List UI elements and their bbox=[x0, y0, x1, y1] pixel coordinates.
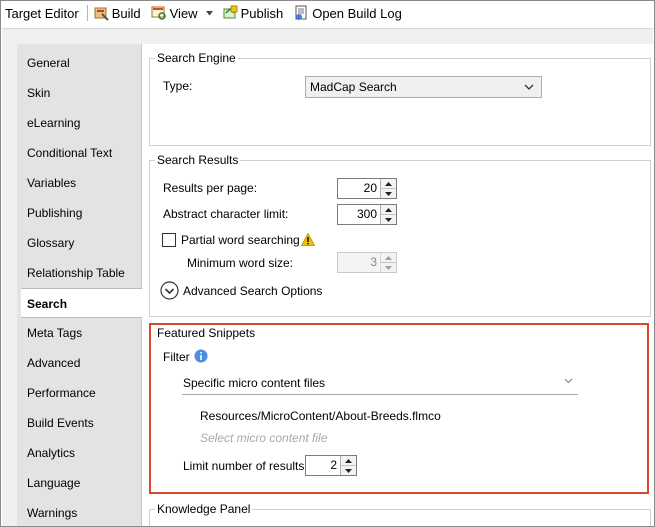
abstract-character-limit-value: 300 bbox=[356, 207, 377, 221]
toolbar-title: Target Editor bbox=[5, 5, 79, 21]
search-engine-legend: Search Engine bbox=[157, 51, 236, 65]
chevron-down-icon bbox=[564, 378, 573, 384]
minimum-word-size-label: Minimum word size: bbox=[187, 256, 294, 270]
spin-down-button[interactable] bbox=[381, 189, 396, 198]
view-button[interactable]: View bbox=[149, 2, 200, 24]
search-results-legend: Search Results bbox=[157, 153, 239, 167]
arrow-up-icon bbox=[345, 458, 352, 463]
sidebar-item-relationship-table[interactable]: Relationship Table bbox=[17, 258, 141, 288]
spin-up-button[interactable] bbox=[381, 253, 396, 263]
arrow-down-icon bbox=[385, 217, 392, 222]
build-log-icon bbox=[295, 5, 307, 20]
sidebar-item-conditional-text[interactable]: Conditional Text bbox=[17, 138, 141, 168]
sidebar-item-build-events[interactable]: Build Events bbox=[17, 408, 141, 438]
sidebar-item-skin[interactable]: Skin bbox=[17, 78, 141, 108]
toolbar-separator bbox=[86, 5, 88, 21]
sidebar-nav: General Skin eLearning Conditional Text … bbox=[17, 44, 147, 526]
publish-button[interactable]: Publish bbox=[220, 2, 286, 24]
sidebar-item-publishing[interactable]: Publishing bbox=[17, 198, 141, 228]
results-per-page-stepper[interactable]: 20 bbox=[337, 178, 397, 199]
arrow-down-icon bbox=[385, 191, 392, 196]
limit-number-of-results-value: 2 bbox=[330, 458, 337, 472]
results-per-page-value: 20 bbox=[363, 181, 377, 195]
view-label: View bbox=[169, 5, 198, 21]
build-label: Build bbox=[111, 5, 141, 21]
sidebar-item-meta-tags[interactable]: Meta Tags bbox=[17, 318, 141, 348]
chevron-down-icon bbox=[524, 84, 534, 90]
sidebar-item-advanced[interactable]: Advanced bbox=[17, 348, 141, 378]
info-icon[interactable] bbox=[194, 349, 208, 363]
sidebar-item-warnings[interactable]: Warnings bbox=[17, 498, 141, 526]
spin-up-button[interactable] bbox=[381, 179, 396, 189]
open-build-log-label: Open Build Log bbox=[312, 5, 402, 21]
spin-down-button[interactable] bbox=[381, 263, 396, 272]
minimum-word-size-value: 3 bbox=[370, 255, 377, 269]
view-icon bbox=[151, 6, 166, 20]
sidebar-item-language[interactable]: Language bbox=[17, 468, 141, 498]
publish-icon bbox=[223, 5, 238, 19]
sidebar-item-analytics[interactable]: Analytics bbox=[17, 438, 141, 468]
arrow-down-icon bbox=[345, 468, 352, 473]
advanced-search-options-toggle[interactable]: Advanced Search Options bbox=[183, 284, 322, 298]
search-engine-group: Search Engine bbox=[149, 51, 651, 146]
chevron-down-icon bbox=[205, 10, 213, 15]
arrow-up-icon bbox=[385, 181, 392, 186]
micro-content-file-item[interactable]: Resources/MicroContent/About-Breeds.flmc… bbox=[200, 409, 441, 423]
toolbar: Target Editor Build View Publish Open Bu… bbox=[1, 1, 654, 25]
spin-up-button[interactable] bbox=[381, 205, 396, 215]
select-micro-content-placeholder[interactable]: Select micro content file bbox=[200, 431, 327, 445]
limit-number-of-results-label: Limit number of results: bbox=[183, 459, 308, 473]
sidebar-item-search[interactable]: Search bbox=[21, 288, 147, 318]
sidebar-item-elearning[interactable]: eLearning bbox=[17, 108, 141, 138]
arrow-down-icon bbox=[385, 265, 392, 270]
arrow-up-icon bbox=[385, 255, 392, 260]
spin-down-button[interactable] bbox=[341, 466, 356, 475]
spin-up-button[interactable] bbox=[341, 456, 356, 466]
type-label: Type: bbox=[163, 79, 193, 93]
knowledge-panel-legend: Knowledge Panel bbox=[157, 502, 251, 516]
publish-label: Publish bbox=[240, 5, 284, 21]
build-icon bbox=[94, 7, 109, 21]
warning-icon bbox=[301, 233, 315, 246]
knowledge-panel-group: Knowledge Panel bbox=[149, 502, 651, 526]
search-engine-type-value: MadCap Search bbox=[310, 80, 397, 94]
abstract-character-limit-stepper[interactable]: 300 bbox=[337, 204, 397, 225]
expand-chevron-icon[interactable] bbox=[160, 281, 179, 300]
arrow-up-icon bbox=[385, 207, 392, 212]
build-button[interactable]: Build bbox=[91, 2, 143, 24]
limit-number-of-results-stepper[interactable]: 2 bbox=[305, 455, 357, 476]
sidebar-item-glossary[interactable]: Glossary bbox=[17, 228, 141, 258]
results-per-page-label: Results per page: bbox=[163, 181, 258, 195]
sidebar-item-variables[interactable]: Variables bbox=[17, 168, 141, 198]
filter-label: Filter bbox=[163, 350, 190, 364]
view-dropdown-button[interactable] bbox=[200, 2, 220, 24]
window: Target Editor Build View Publish Open Bu… bbox=[0, 0, 655, 527]
abstract-character-limit-label: Abstract character limit: bbox=[163, 207, 289, 221]
filter-select-value: Specific micro content files bbox=[183, 376, 326, 390]
partial-word-searching-label: Partial word searching bbox=[181, 233, 300, 247]
search-engine-type-select[interactable]: MadCap Search bbox=[305, 76, 542, 98]
sidebar-item-general[interactable]: General bbox=[17, 48, 141, 78]
open-build-log-button[interactable]: Open Build Log bbox=[291, 2, 404, 24]
partial-word-searching-checkbox[interactable] bbox=[162, 233, 176, 247]
featured-snippets-legend: Featured Snippets bbox=[157, 326, 256, 340]
spin-down-button[interactable] bbox=[381, 215, 396, 224]
sidebar-item-performance[interactable]: Performance bbox=[17, 378, 141, 408]
minimum-word-size-stepper[interactable]: 3 bbox=[337, 252, 397, 273]
